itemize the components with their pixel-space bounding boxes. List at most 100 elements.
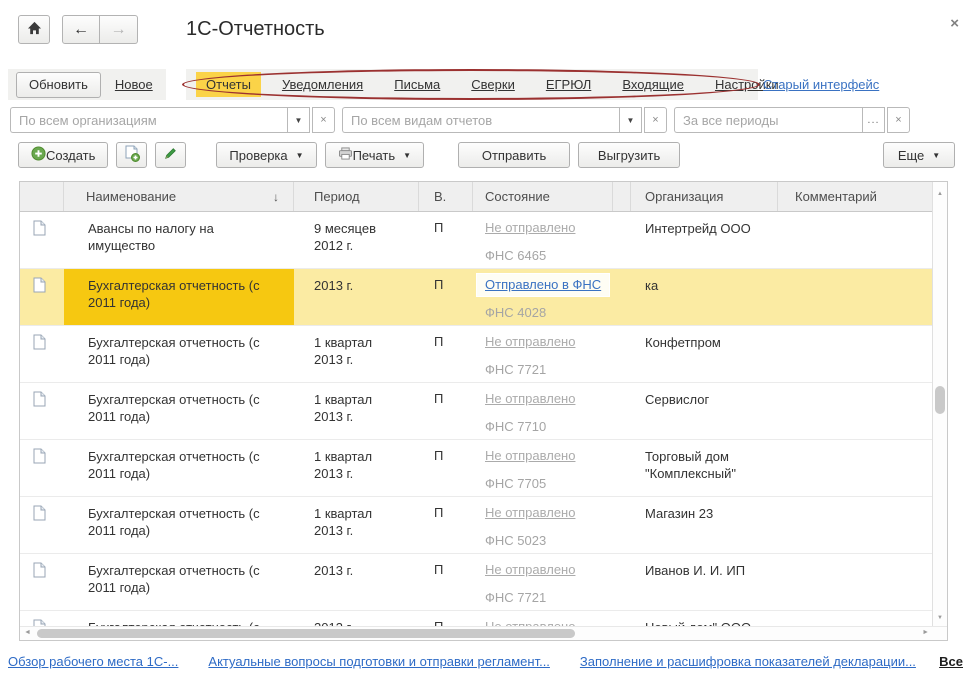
document-icon <box>33 220 46 239</box>
more-button[interactable]: Еще ▼ <box>883 142 955 168</box>
close-icon[interactable]: × <box>950 15 959 32</box>
reports-table: Наименование ↓ Период В. Состояние Орган… <box>19 181 948 641</box>
tab-egrul[interactable]: ЕГРЮЛ <box>536 72 601 97</box>
ellipsis-icon[interactable]: ... <box>862 107 885 133</box>
forward-button[interactable]: → <box>100 15 138 44</box>
news-link-2[interactable]: Актуальные вопросы подготовки и отправки… <box>208 654 550 669</box>
status-link[interactable]: Не отправлено <box>485 448 575 463</box>
tab-letters[interactable]: Письма <box>384 72 450 97</box>
fns-code: ФНС 5023 <box>485 533 613 548</box>
table-row[interactable]: Бухгалтерская отчетность (с 2011 года) 1… <box>20 440 947 497</box>
horizontal-scrollbar[interactable]: ◄ ► <box>20 626 947 640</box>
document-icon <box>33 334 46 353</box>
tab-reports[interactable]: Отчеты <box>196 72 261 97</box>
tab-incoming[interactable]: Входящие <box>612 72 694 97</box>
document-icon <box>33 619 46 626</box>
table-header: Наименование ↓ Период В. Состояние Орган… <box>20 182 947 212</box>
header-period[interactable]: Период <box>294 182 419 211</box>
submission-type: П <box>419 554 473 610</box>
send-button[interactable]: Отправить <box>458 142 570 168</box>
header-name[interactable]: Наименование ↓ <box>64 182 294 211</box>
status-link[interactable]: Не отправлено <box>485 562 575 577</box>
scroll-up-icon[interactable]: ▲ <box>933 191 947 197</box>
organization: Сервислог <box>631 383 778 439</box>
report-kind-filter-input[interactable] <box>342 107 619 133</box>
page-title: 1С-Отчетность <box>186 18 325 41</box>
create-button[interactable]: Создать <box>18 142 108 168</box>
new-link[interactable]: Новое <box>115 77 153 92</box>
comment <box>778 440 933 496</box>
comment <box>778 212 933 268</box>
report-period: 1 квартал 2013 г. <box>294 383 419 439</box>
organization: Магазин 23 <box>631 497 778 553</box>
horizontal-scroll-thumb[interactable] <box>37 629 575 638</box>
chevron-down-icon[interactable]: ▼ <box>619 107 642 133</box>
fns-code: ФНС 7710 <box>485 419 613 434</box>
table-row[interactable]: Бухгалтерская отчетность (с 2011 года) 1… <box>20 383 947 440</box>
table-row[interactable]: Бухгалтерская отчетность (с 2011 года) 2… <box>20 554 947 611</box>
clear-icon[interactable]: × <box>312 107 335 133</box>
header-status[interactable]: Состояние <box>473 182 613 211</box>
scroll-right-icon[interactable]: ► <box>922 629 929 636</box>
refresh-button[interactable]: Обновить <box>16 72 101 98</box>
vertical-scrollbar[interactable]: ▲ ▼ <box>932 182 947 626</box>
check-button[interactable]: Проверка ▼ <box>216 142 316 168</box>
news-link-1[interactable]: Обзор рабочего места 1С-... <box>8 654 178 669</box>
clear-icon[interactable]: × <box>887 107 910 133</box>
table-row-selected[interactable]: Бухгалтерская отчетность (с 2011 года) 2… <box>20 269 947 326</box>
news-link-3[interactable]: Заполнение и расшифровка показателей дек… <box>580 654 916 669</box>
header-comment[interactable]: Комментарий <box>778 182 933 211</box>
scroll-left-icon[interactable]: ◄ <box>24 629 31 636</box>
pencil-icon <box>163 146 178 164</box>
document-icon <box>33 505 46 524</box>
copy-item-button[interactable] <box>116 142 147 168</box>
document-icon <box>33 562 46 581</box>
report-period: 1 квартал 2013 г. <box>294 326 419 382</box>
header-organization[interactable]: Организация <box>631 182 778 211</box>
old-interface-link[interactable]: Старый интерфейс <box>763 77 879 92</box>
comment <box>778 611 933 626</box>
period-filter-input[interactable] <box>674 107 862 133</box>
table-row[interactable]: Авансы по налогу на имущество 9 месяцев … <box>20 212 947 269</box>
history-nav: ← → <box>62 15 138 44</box>
tab-notifications[interactable]: Уведомления <box>272 72 373 97</box>
vertical-scroll-thumb[interactable] <box>935 386 945 414</box>
app-window: ← → 1С-Отчетность × Обновить Новое Отчет… <box>0 0 973 688</box>
plus-circle-icon <box>31 146 46 164</box>
status-link[interactable]: Не отправлено <box>485 334 575 349</box>
table-row[interactable]: Бухгалтерская отчетность (с 2011 года) 1… <box>20 326 947 383</box>
status-link[interactable]: Не отправлено <box>485 220 575 235</box>
printer-icon <box>338 147 353 163</box>
document-icon <box>33 448 46 467</box>
back-button[interactable]: ← <box>62 15 100 44</box>
status-link[interactable]: Не отправлено <box>485 391 575 406</box>
report-period: 2013 г. <box>294 269 419 325</box>
scroll-down-icon[interactable]: ▼ <box>933 615 947 621</box>
table-row[interactable]: Бухгалтерская отчетность (с 2011 года) 1… <box>20 497 947 554</box>
period-filter: ... × <box>674 107 910 133</box>
status-link[interactable]: Отправлено в ФНС <box>485 277 601 292</box>
header-v[interactable]: В. <box>419 182 473 211</box>
filters-row: ▼ × ▼ × ... × <box>10 107 910 133</box>
organization-filter-input[interactable] <box>10 107 287 133</box>
submission-type: П <box>419 497 473 553</box>
edit-button[interactable] <box>155 142 186 168</box>
comment <box>778 326 933 382</box>
report-name: Бухгалтерская отчетность (с 2011 года) <box>64 497 294 553</box>
clear-icon[interactable]: × <box>644 107 667 133</box>
tab-reconciliations[interactable]: Сверки <box>461 72 525 97</box>
status-link[interactable]: Не отправлено <box>485 619 575 626</box>
copy-document-icon <box>124 145 140 165</box>
all-news-link[interactable]: Все <box>939 654 963 669</box>
home-button[interactable] <box>18 15 50 44</box>
submission-type: П <box>419 383 473 439</box>
status-link[interactable]: Не отправлено <box>485 505 575 520</box>
chevron-down-icon[interactable]: ▼ <box>287 107 310 133</box>
print-button[interactable]: Печать ▼ <box>325 142 425 168</box>
tabs-strip: Отчеты Уведомления Письма Сверки ЕГРЮЛ В… <box>186 69 758 100</box>
report-name: Авансы по налогу на имущество <box>64 212 294 268</box>
table-row-clipped[interactable]: Бухгалтерская отчетность (с 2011 года) 2… <box>20 611 947 626</box>
fns-code: ФНС 7721 <box>485 590 613 605</box>
unload-button[interactable]: Выгрузить <box>578 142 680 168</box>
comment <box>778 269 933 325</box>
